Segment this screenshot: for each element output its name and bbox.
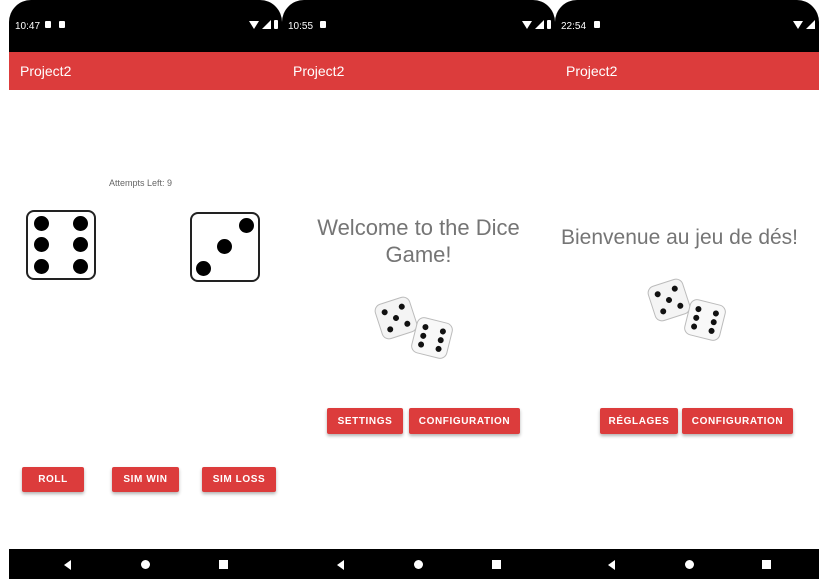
die-pip <box>73 259 88 274</box>
die-left <box>26 210 96 280</box>
phone-screen-welcome-en: 10:55 Project2 Welcome to the Dice Game!… <box>282 0 555 579</box>
status-time: 10:55 <box>288 21 314 32</box>
notification-icon <box>45 21 51 28</box>
die-pip <box>34 237 49 252</box>
status-time: 22:54 <box>561 21 587 32</box>
status-bar: 10:55 <box>282 0 555 52</box>
welcome-title: Welcome to the Dice Game! <box>317 215 520 267</box>
phone-screen-dice-roll: 10:47 Project2 Attempts Left: 9 ROLL SIM… <box>9 0 282 579</box>
recents-icon[interactable] <box>492 560 501 569</box>
die-pip <box>73 237 88 252</box>
signal-icon <box>806 20 815 29</box>
app-bar: Project2 <box>9 52 282 90</box>
home-icon[interactable] <box>685 560 694 569</box>
phone-screen-welcome-fr: 22:54 Project2 Bienvenue au jeu de dés! … <box>555 0 819 579</box>
app-bar: Project2 <box>555 52 819 90</box>
recents-icon[interactable] <box>219 560 228 569</box>
signal-icon <box>262 20 271 29</box>
signal-icon <box>535 20 544 29</box>
recents-icon[interactable] <box>762 560 771 569</box>
app-bar: Project2 <box>282 52 555 90</box>
roll-button[interactable]: ROLL <box>22 467 84 492</box>
battery-icon <box>547 20 551 29</box>
home-icon[interactable] <box>141 560 150 569</box>
navigation-bar <box>555 549 819 579</box>
attempts-left-label: Attempts Left: 9 <box>109 178 173 188</box>
die-pip <box>196 261 211 276</box>
wifi-icon <box>793 20 803 29</box>
battery-icon <box>274 20 278 29</box>
status-bar: 10:47 <box>9 0 282 52</box>
welcome-title: Bienvenue au jeu de dés! <box>561 226 799 249</box>
app-title: Project2 <box>293 63 345 79</box>
status-time: 10:47 <box>15 21 41 32</box>
app-title: Project2 <box>566 63 618 79</box>
settings-button[interactable]: SETTINGS <box>327 408 403 434</box>
configuration-button[interactable]: CONFIGURATION <box>682 408 793 434</box>
sim-win-button[interactable]: SIM WIN <box>112 467 179 492</box>
navigation-bar <box>282 549 555 579</box>
settings-button[interactable]: RÉGLAGES <box>600 408 678 434</box>
back-icon[interactable] <box>337 560 344 570</box>
dice-icon <box>647 278 726 341</box>
wifi-icon <box>249 20 259 29</box>
die-pip <box>73 216 88 231</box>
home-icon[interactable] <box>414 560 423 569</box>
app-title: Project2 <box>20 63 72 79</box>
die-pip <box>34 259 49 274</box>
back-icon[interactable] <box>608 560 615 570</box>
sd-card-icon <box>594 21 600 28</box>
dice-icon <box>374 296 453 359</box>
navigation-bar <box>9 549 282 579</box>
sim-loss-button[interactable]: SIM LOSS <box>202 467 276 492</box>
sd-card-icon <box>59 21 65 28</box>
die-pip <box>239 218 254 233</box>
die-right <box>190 212 260 282</box>
die-pip <box>217 239 232 254</box>
sd-card-icon <box>320 21 326 28</box>
wifi-icon <box>522 20 532 29</box>
configuration-button[interactable]: CONFIGURATION <box>409 408 520 434</box>
back-icon[interactable] <box>64 560 71 570</box>
status-bar: 22:54 <box>555 0 819 52</box>
die-pip <box>34 216 49 231</box>
